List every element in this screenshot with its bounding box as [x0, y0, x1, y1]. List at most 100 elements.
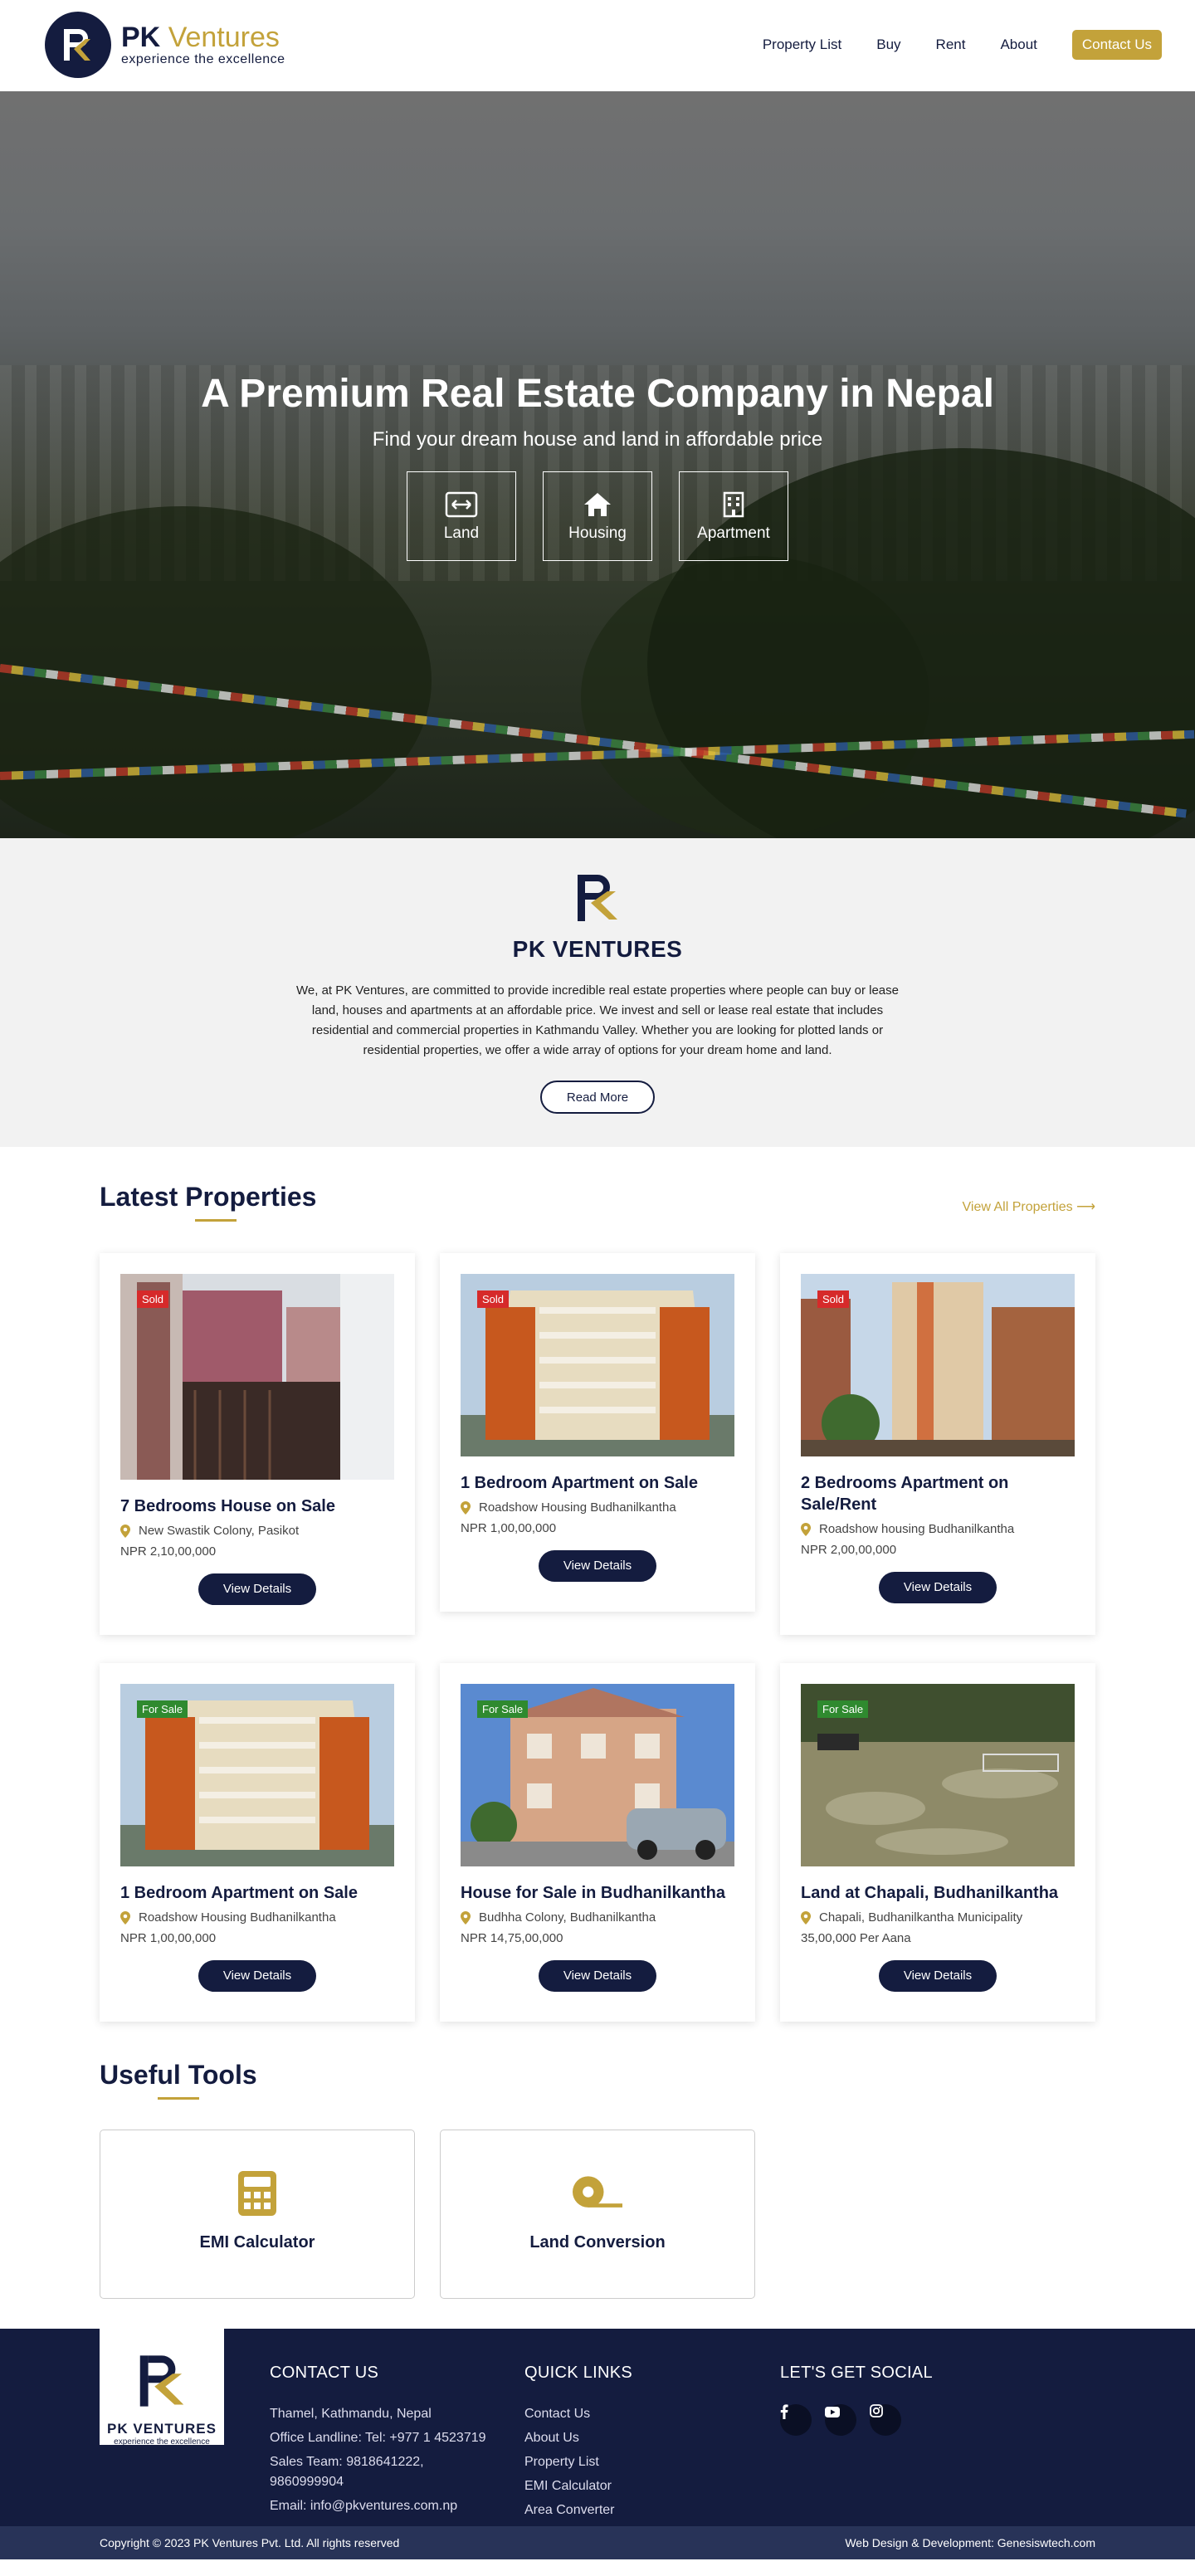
- emi-calculator-card[interactable]: EMI Calculator: [100, 2130, 415, 2299]
- footer-heading: LET'S GET SOCIAL: [780, 2364, 933, 2382]
- status-badge: Sold: [137, 1290, 169, 1308]
- map-pin-icon: [120, 1524, 130, 1538]
- footer-link-area-converter[interactable]: Area Converter: [524, 2500, 732, 2520]
- property-title[interactable]: 7 Bedrooms House on Sale: [120, 1495, 394, 1517]
- view-details-button[interactable]: View Details: [539, 1960, 656, 1992]
- category-apartment-button[interactable]: Apartment: [679, 471, 788, 561]
- property-location: Roadshow housing Budhanilkantha: [801, 1522, 1075, 1536]
- brand-name: PK Ventures: [121, 22, 280, 53]
- property-title[interactable]: 2 Bedrooms Apartment on Sale/Rent: [801, 1472, 1075, 1515]
- property-title[interactable]: 1 Bedroom Apartment on Sale: [461, 1472, 734, 1494]
- instagram-icon[interactable]: [870, 2404, 901, 2436]
- tool-label: Land Conversion: [529, 2233, 666, 2252]
- property-price: NPR 2,00,00,000: [801, 1543, 897, 1557]
- tool-label: EMI Calculator: [199, 2233, 315, 2252]
- footer-logo-title: PK VENTURES: [107, 2421, 217, 2437]
- status-badge: For Sale: [477, 1700, 529, 1718]
- site-header: PK Ventures experience the excellence Pr…: [0, 0, 1195, 91]
- property-price: NPR 2,10,00,000: [120, 1544, 217, 1559]
- nav-rent[interactable]: Rent: [936, 30, 966, 60]
- house-icon: [579, 490, 616, 520]
- property-location: Roadshow Housing Budhanilkantha: [120, 1910, 394, 1925]
- property-title[interactable]: House for Sale in Budhanilkantha: [461, 1882, 734, 1904]
- category-label: Apartment: [697, 524, 770, 542]
- property-location: New Swastik Colony, Pasikot: [120, 1524, 394, 1538]
- pk-logo-mark-icon: [571, 871, 624, 925]
- category-buttons: Land Housing Apartment: [0, 471, 1195, 561]
- facebook-icon[interactable]: [780, 2404, 812, 2436]
- latest-properties-heading: Latest Properties: [100, 1182, 317, 1212]
- contact-landline[interactable]: Office Landline: Tel: +977 1 4523719: [270, 2428, 494, 2448]
- copyright-bar: Copyright © 2023 PK Ventures Pvt. Ltd. A…: [0, 2526, 1195, 2559]
- land-conversion-card[interactable]: Land Conversion: [440, 2130, 755, 2299]
- view-details-button[interactable]: View Details: [879, 1960, 997, 1992]
- useful-tools-section: Useful Tools EMI Calculator Land Convers…: [0, 2060, 1195, 2329]
- read-more-button[interactable]: Read More: [540, 1081, 655, 1114]
- map-pin-icon: [461, 1500, 471, 1515]
- property-location: Budhha Colony, Budhanilkantha: [461, 1910, 734, 1925]
- property-location: Chapali, Budhanilkantha Municipality: [801, 1910, 1075, 1925]
- nav-buy[interactable]: Buy: [876, 30, 900, 60]
- about-description: We, at PK Ventures, are committed to pro…: [296, 983, 899, 1057]
- contact-us-button[interactable]: Contact Us: [1071, 30, 1162, 60]
- property-image[interactable]: Sold: [120, 1274, 394, 1480]
- brand-tagline: experience the excellence: [121, 52, 285, 66]
- footer-social: LET'S GET SOCIAL: [780, 2364, 1029, 2440]
- footer-link-property-list[interactable]: Property List: [524, 2452, 732, 2472]
- footer-logo-tagline: experience the excellence: [114, 2437, 210, 2447]
- footer-logo[interactable]: PK VENTURES experience the excellence: [100, 2329, 224, 2447]
- view-details-button[interactable]: View Details: [198, 1573, 316, 1605]
- hero-title: A Premium Real Estate Company in Nepal: [201, 372, 994, 416]
- tape-measure-icon: [573, 2169, 622, 2218]
- property-location: Roadshow Housing Budhanilkantha: [461, 1500, 734, 1515]
- hero-subtitle: Find your dream house and land in afford…: [372, 428, 823, 451]
- footer-link-about-us[interactable]: About Us: [524, 2428, 732, 2448]
- category-label: Land: [443, 524, 480, 542]
- status-badge: For Sale: [137, 1700, 188, 1718]
- property-price: NPR 1,00,00,000: [461, 1521, 557, 1535]
- category-land-button[interactable]: Land: [407, 471, 516, 561]
- youtube-icon[interactable]: [825, 2404, 856, 2436]
- hero-banner: A Premium Real Estate Company in Nepal F…: [0, 91, 1195, 838]
- property-title[interactable]: 1 Bedroom Apartment on Sale: [120, 1882, 394, 1904]
- view-all-properties-link[interactable]: View All Properties ⟶: [963, 1198, 1095, 1215]
- property-image[interactable]: For Sale: [801, 1684, 1075, 1866]
- map-pin-icon: [120, 1910, 130, 1925]
- view-details-button[interactable]: View Details: [879, 1572, 997, 1603]
- nav-about[interactable]: About: [1000, 30, 1036, 60]
- pk-logo-mark-icon: [139, 2355, 184, 2407]
- map-pin-icon: [801, 1910, 811, 1925]
- status-badge: For Sale: [817, 1700, 869, 1718]
- status-badge: Sold: [817, 1290, 850, 1308]
- property-card: Sold 2 Bedrooms Apartment on Sale/Rent R…: [780, 1253, 1095, 1635]
- status-badge: Sold: [477, 1290, 510, 1308]
- developer-credit[interactable]: Web Design & Development: Genesiswtech.c…: [845, 2536, 1095, 2549]
- footer-link-emi-calculator[interactable]: EMI Calculator: [524, 2476, 732, 2496]
- property-image[interactable]: Sold: [461, 1274, 734, 1456]
- property-card: Sold 1 Bedroom Apartment on Sale Roadsho…: [440, 1253, 755, 1612]
- property-image[interactable]: Sold: [801, 1274, 1075, 1456]
- contact-address: Thamel, Kathmandu, Nepal: [270, 2407, 432, 2421]
- view-details-button[interactable]: View Details: [198, 1960, 316, 1992]
- property-image[interactable]: For Sale: [120, 1684, 394, 1866]
- copyright-text: Copyright © 2023 PK Ventures Pvt. Ltd. A…: [100, 2536, 400, 2549]
- building-icon: [715, 490, 752, 520]
- category-label: Housing: [568, 524, 627, 542]
- category-housing-button[interactable]: Housing: [543, 471, 652, 561]
- property-image[interactable]: For Sale: [461, 1684, 734, 1866]
- calculator-icon: [232, 2169, 282, 2218]
- main-nav: Property List Buy Rent About Contact Us: [728, 30, 1162, 60]
- property-card: For Sale 1 Bedroom Apartment on Sale Roa…: [100, 1663, 415, 2022]
- property-title[interactable]: Land at Chapali, Budhanilkantha: [801, 1882, 1075, 1904]
- latest-properties-section: Latest Properties View All Properties ⟶ …: [0, 1147, 1195, 2060]
- logo-mark-icon: [45, 12, 111, 78]
- view-details-button[interactable]: View Details: [539, 1550, 656, 1582]
- brand-logo[interactable]: PK Ventures experience the excellence: [45, 12, 285, 78]
- contact-email[interactable]: Email: info@pkventures.com.np: [270, 2496, 494, 2516]
- property-card: For Sale Land at Chapali, Budhanilkantha…: [780, 1663, 1095, 2022]
- arrows-horizontal-icon: [443, 490, 480, 520]
- contact-sales[interactable]: Sales Team: 9818641222, 9860999904: [270, 2452, 494, 2492]
- footer-link-contact-us[interactable]: Contact Us: [524, 2404, 732, 2424]
- footer-heading: QUICK LINKS: [524, 2364, 632, 2382]
- nav-property-list[interactable]: Property List: [763, 30, 841, 60]
